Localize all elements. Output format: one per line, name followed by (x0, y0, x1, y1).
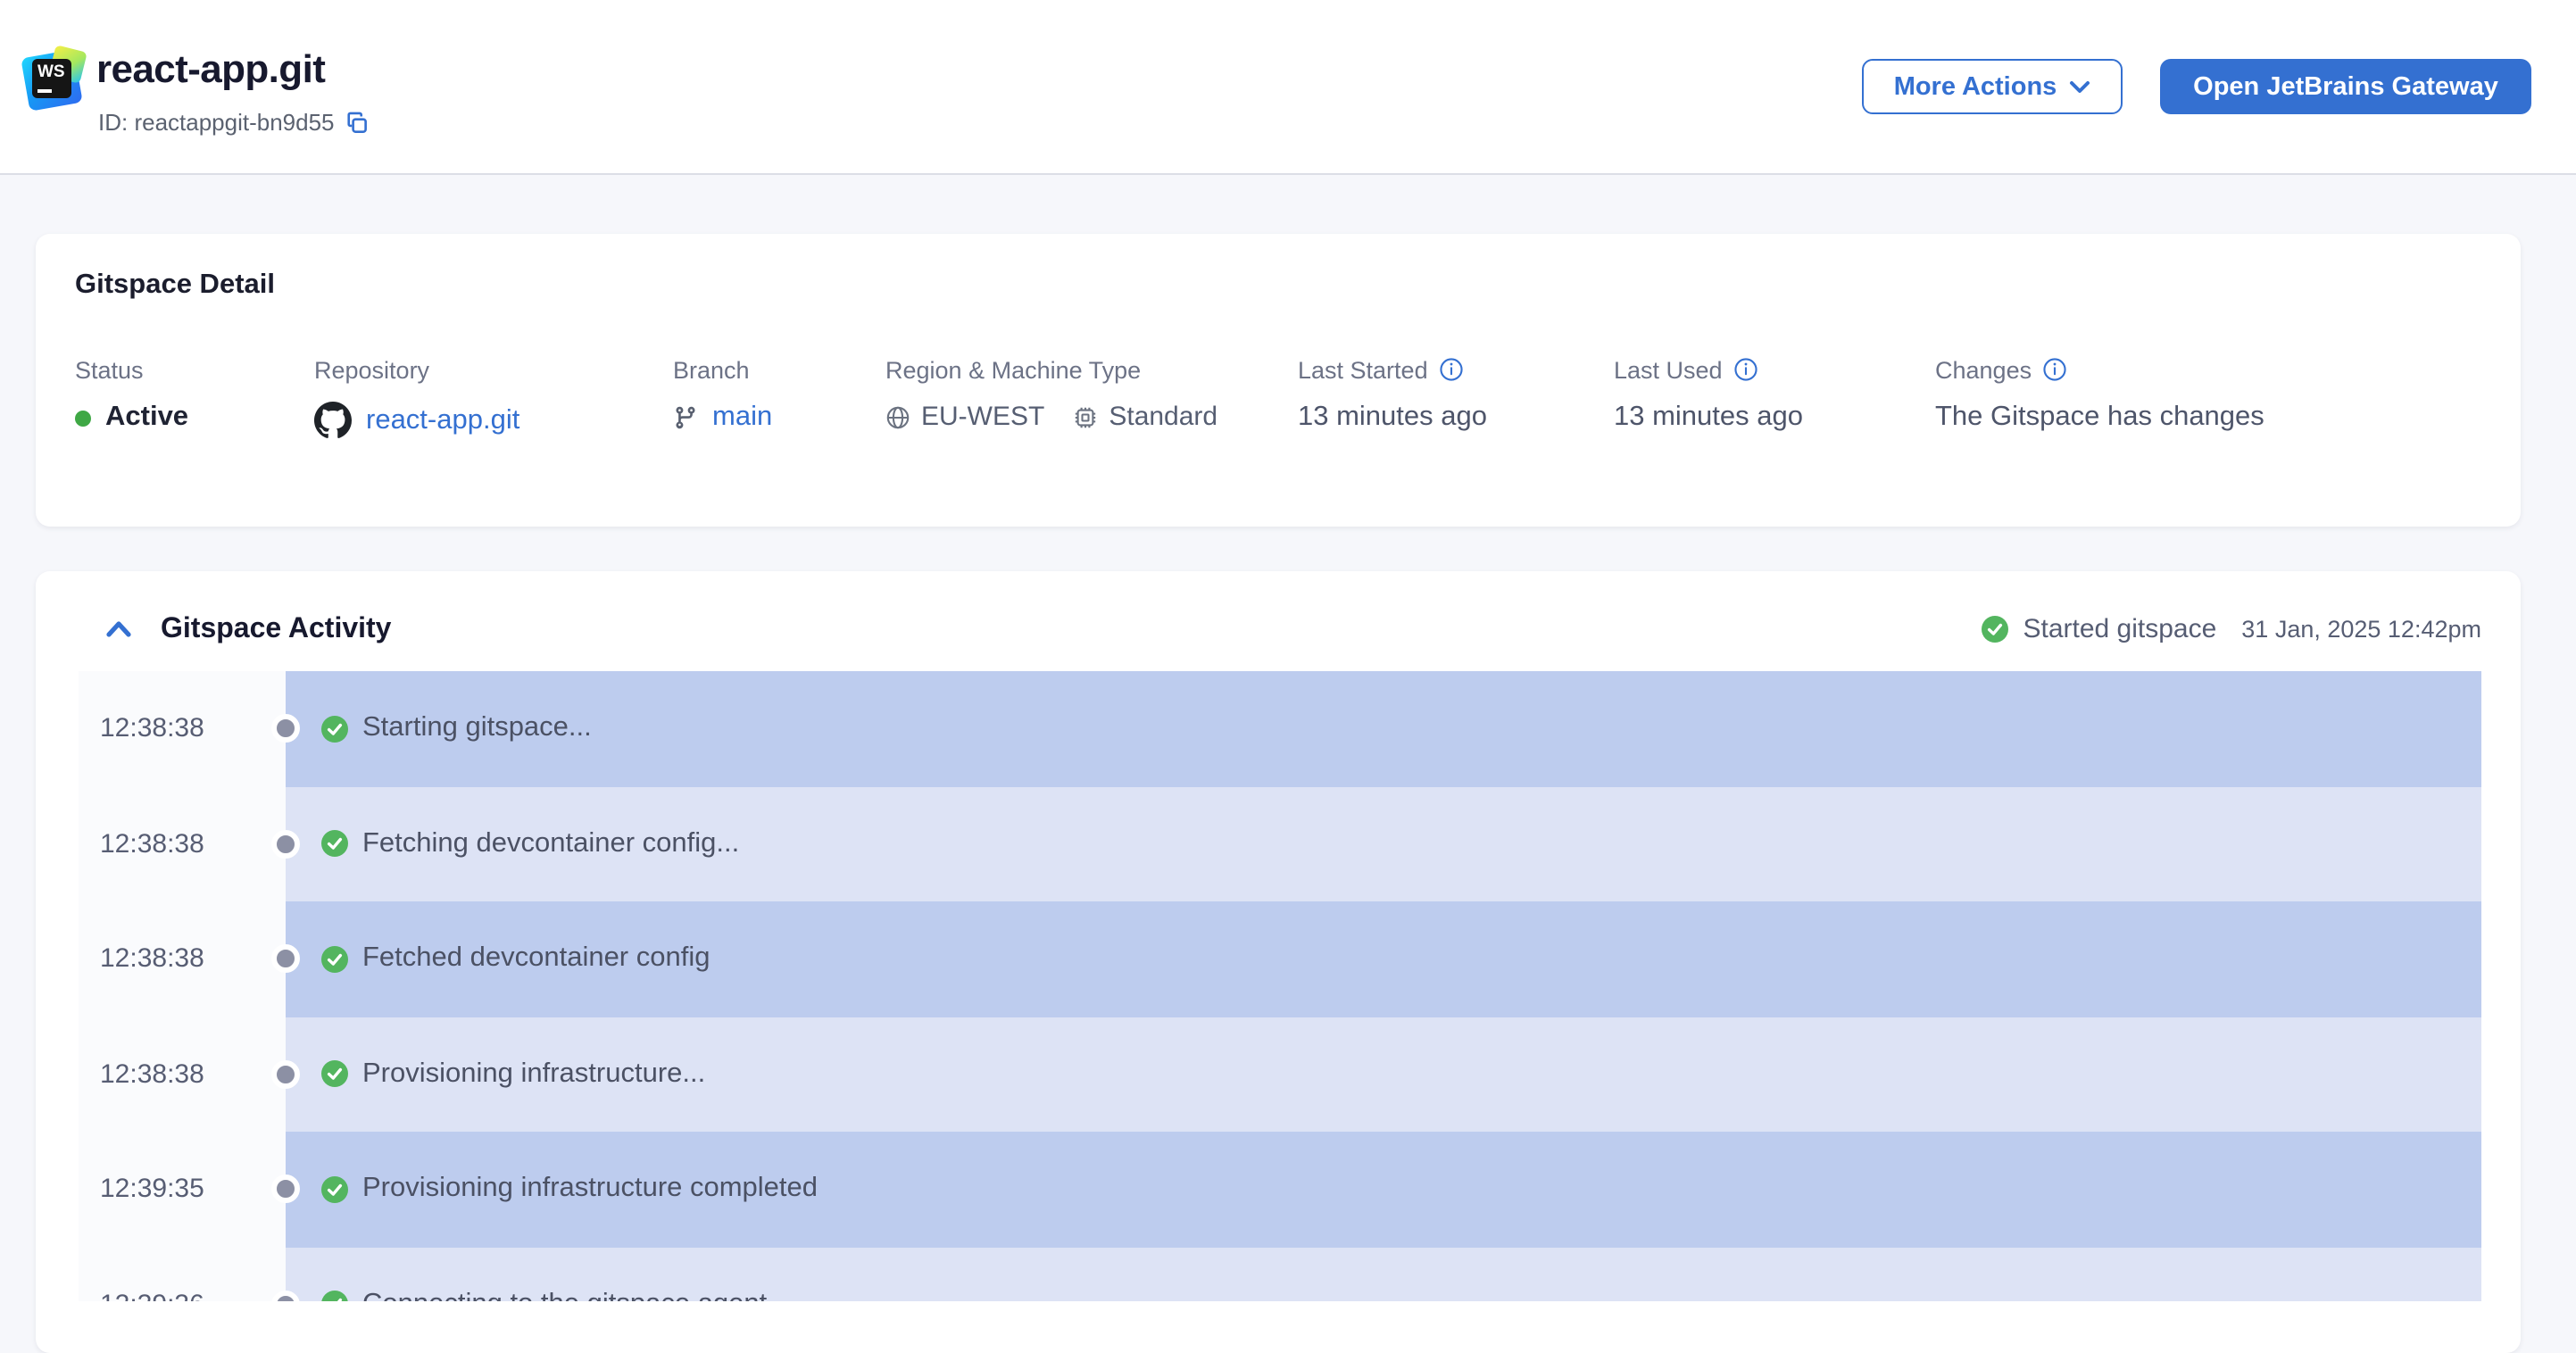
last-started-label: Last Started (1298, 356, 1428, 383)
activity-log-row[interactable]: 12:38:38 Provisioning infrastructure... (36, 1017, 2521, 1132)
timeline-dot-icon (271, 1059, 300, 1089)
webstorm-icon: WS (21, 45, 87, 112)
repository-label: Repository (314, 356, 430, 383)
copy-id-icon[interactable] (345, 110, 370, 135)
machine-type-value: Standard (1109, 402, 1218, 432)
gitspace-detail-card: Gitspace Detail Status Active Repository… (36, 234, 2521, 527)
field-changes: Changes The Gitspace has changes (1935, 355, 2264, 434)
activity-log-row[interactable]: 12:39:36 Connecting to the gitspace agen… (36, 1247, 2521, 1301)
page-title: react-app.git (96, 46, 326, 91)
machine-type-icon (1076, 406, 1096, 427)
status-label: Status (75, 356, 144, 383)
git-branch-icon (676, 406, 695, 429)
check-circle-icon (321, 1291, 348, 1301)
github-icon (314, 402, 352, 438)
field-region-machine: Region & Machine Type EU-WEST Standard (885, 355, 1217, 432)
activity-latest-status: Started gitspace (2023, 614, 2217, 644)
chevron-up-icon (105, 620, 130, 636)
timeline-dot-icon (271, 1175, 300, 1204)
field-status: Status Active (75, 355, 188, 434)
field-repository: Repository react-app.git (314, 355, 519, 439)
status-value: Active (105, 402, 189, 432)
field-last-used: Last Used 13 minutes ago (1614, 355, 1803, 434)
globe-icon (886, 405, 910, 428)
log-message: Fetching devcontainer config... (362, 827, 740, 859)
gitspace-detail-page: WS react-app.git ID: reactappgit-bn9d55 … (0, 0, 2576, 1353)
activity-header: Gitspace Activity Started gitspace 31 Ja… (36, 571, 2521, 671)
field-branch: Branch main (673, 355, 772, 434)
activity-log-row[interactable]: 12:38:38 Starting gitspace... (36, 671, 2521, 786)
timeline-dot-icon (271, 944, 300, 974)
page-header: WS react-app.git ID: reactappgit-bn9d55 … (0, 0, 2576, 175)
log-message: Provisioning infrastructure completed (362, 1173, 819, 1204)
activity-log-row[interactable]: 12:39:35 Provisioning infrastructure com… (36, 1132, 2521, 1247)
changes-label: Changes (1935, 356, 2032, 383)
log-timestamp: 12:38:38 (100, 828, 204, 859)
gitspace-id-label: ID: reactappgit-bn9d55 (98, 109, 335, 136)
collapse-activity-button[interactable] (96, 614, 139, 646)
webstorm-icon-underscore (37, 89, 52, 93)
info-icon[interactable] (1439, 357, 1464, 382)
open-jetbrains-gateway-button[interactable]: Open JetBrains Gateway (2160, 59, 2531, 114)
branch-link[interactable]: main (712, 402, 772, 434)
activity-log-rows: 12:38:38 Starting gitspace... 12:38:38 F… (36, 671, 2521, 1301)
log-message: Provisioning infrastructure... (362, 1058, 706, 1089)
log-timestamp: 12:38:38 (100, 943, 204, 975)
repository-link[interactable]: react-app.git (366, 404, 519, 436)
info-icon[interactable] (1733, 357, 1758, 382)
activity-title: Gitspace Activity (161, 614, 392, 644)
log-row-fill: Fetching devcontainer config... (286, 786, 2481, 901)
log-message: Connecting to the gitspace agent (362, 1289, 767, 1302)
log-timestamp: 12:39:36 (100, 1290, 204, 1302)
log-row-fill: Connecting to the gitspace agent (286, 1247, 2481, 1301)
log-row-fill: Starting gitspace... (286, 671, 2481, 786)
timeline-dot-icon (271, 714, 300, 743)
log-row-fill: Provisioning infrastructure completed (286, 1132, 2481, 1247)
last-used-value: 13 minutes ago (1614, 402, 1803, 432)
detail-card-title: Gitspace Detail (75, 270, 275, 300)
chevron-down-icon (2070, 80, 2090, 92)
changes-value: The Gitspace has changes (1935, 402, 2264, 432)
log-timestamp: 12:38:38 (100, 1058, 204, 1090)
last-used-label: Last Used (1614, 356, 1723, 383)
last-started-value: 13 minutes ago (1298, 402, 1487, 432)
check-circle-icon (1982, 616, 2009, 643)
region-value: EU-WEST (921, 402, 1045, 432)
activity-log-row[interactable]: 12:38:38 Fetching devcontainer config... (36, 786, 2521, 901)
activity-log-row[interactable]: 12:38:38 Fetched devcontainer config (36, 901, 2521, 1017)
check-circle-icon (321, 1060, 348, 1088)
log-timestamp: 12:39:35 (100, 1174, 204, 1205)
log-message: Starting gitspace... (362, 712, 592, 743)
open-jetbrains-gateway-label: Open JetBrains Gateway (2193, 72, 2498, 101)
webstorm-icon-underscore-holder (32, 59, 71, 98)
field-last-started: Last Started 13 minutes ago (1298, 355, 1487, 434)
check-circle-icon (321, 715, 348, 743)
gitspace-activity-card: Gitspace Activity Started gitspace 31 Ja… (36, 571, 2521, 1353)
info-icon[interactable] (2042, 357, 2067, 382)
check-circle-icon (321, 1175, 348, 1203)
branch-label: Branch (673, 356, 750, 383)
activity-log-viewport[interactable]: 12:38:38 Starting gitspace... 12:38:38 F… (36, 671, 2521, 1301)
check-circle-icon (321, 830, 348, 858)
status-active-dot-icon (75, 410, 91, 426)
timeline-dot-icon (271, 829, 300, 859)
log-timestamp: 12:38:38 (100, 713, 204, 744)
more-actions-label: More Actions (1893, 72, 2057, 101)
log-row-fill: Provisioning infrastructure... (286, 1017, 2481, 1132)
region-machine-label: Region & Machine Type (885, 356, 1142, 383)
more-actions-button[interactable]: More Actions (1862, 59, 2123, 114)
activity-latest-timestamp: 31 Jan, 2025 12:42pm (2241, 616, 2481, 643)
log-message: Fetched devcontainer config (362, 942, 710, 974)
check-circle-icon (321, 945, 348, 973)
log-row-fill: Fetched devcontainer config (286, 901, 2481, 1017)
